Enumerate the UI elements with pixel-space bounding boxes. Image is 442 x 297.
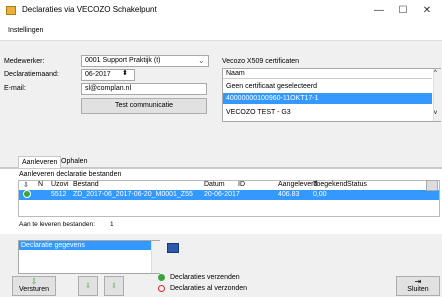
versturen-label: Versturen — [19, 286, 49, 293]
section-title: Aanleveren declaratie bestanden — [19, 171, 122, 178]
declaratiemaand-label: Declaratiemaand: — [4, 71, 59, 78]
window-title: Declaraties via VECOZO Schakelpunt — [22, 5, 157, 14]
chevron-up-icon[interactable]: ^ — [434, 70, 437, 76]
date-spinner-icon[interactable]: ⬍ — [122, 69, 128, 77]
col-header-status[interactable]: Status — [347, 181, 367, 188]
email-input[interactable]: sl@complan.nl — [81, 83, 207, 95]
sluiten-button[interactable]: ⇥ Sluiten — [396, 276, 440, 296]
export-icon[interactable] — [426, 180, 438, 191]
medewerker-value: 0001 Support Praktijk (t) — [85, 57, 161, 64]
check-icon — [158, 274, 165, 281]
tab-ophalen[interactable]: Ophalen — [58, 156, 90, 167]
cell-bestand: ZD_2017-06_2017-06-20_M0001_Z55 — [73, 191, 193, 198]
col-header-datum[interactable]: Datum — [204, 181, 225, 188]
declaratie-scrollbar[interactable] — [151, 241, 160, 273]
maximize-button[interactable]: ☐ — [392, 2, 414, 20]
chevron-down-icon[interactable]: ⌄ — [198, 56, 205, 65]
download-icon[interactable]: ⇩ — [78, 276, 98, 296]
col-header-aangeleverd[interactable]: Aangeleverd — [278, 181, 317, 188]
certificaten-header[interactable]: Naam — [223, 69, 432, 79]
email-label: E-mail: — [4, 85, 26, 92]
count-label: Aan te leveren bestanden: — [19, 221, 95, 228]
cell-aangeleverd: 406.83 — [278, 191, 300, 198]
chevron-down-icon[interactable]: v — [434, 110, 437, 116]
minimize-button[interactable]: — — [368, 2, 390, 20]
test-communicatie-button[interactable]: Test communicatie — [81, 98, 207, 114]
col-header-uzovi[interactable]: Uzovi — [51, 181, 69, 188]
certificaat-item[interactable]: VECOZO TEST - G3 — [223, 107, 432, 118]
download-all-icon[interactable]: ⇩ — [104, 276, 124, 296]
cell-toegekend: 0,00 — [313, 191, 327, 198]
certificaten-label: Vecozo X509 certificaten — [222, 58, 300, 65]
versturen-button[interactable]: ⇩ Versturen — [12, 276, 56, 296]
declaratie-gegevens-label[interactable]: Declaratie gegevens — [19, 241, 151, 250]
legend-verzenden: Declaraties verzenden — [170, 274, 240, 281]
menu-instellingen[interactable]: Instellingen — [8, 27, 43, 34]
menu-bar — [0, 22, 442, 41]
legend-al-verzonden: Declaraties al verzonden — [170, 285, 248, 292]
tab-aanleveren[interactable]: Aanleveren — [18, 156, 62, 168]
cell-datum: 20-06-2017 — [204, 191, 240, 198]
cell-uzovi: 5512 — [51, 191, 67, 198]
close-button[interactable]: ✕ — [416, 2, 438, 20]
folder-icon — [6, 6, 16, 15]
arrow-down-icon: ⇩ — [30, 277, 38, 286]
sluiten-label: Sluiten — [407, 286, 429, 293]
col-header-toegekend[interactable]: Toegekend — [313, 181, 347, 188]
email-value: sl@complan.nl — [85, 85, 132, 92]
col-header-n[interactable]: N — [38, 181, 43, 188]
certificaat-item-selected[interactable]: 40000000100960-11OKT17-1 — [223, 93, 432, 104]
declaratiemaand-value: 06-2017 — [85, 71, 111, 78]
check-icon — [23, 190, 31, 198]
medewerker-select[interactable]: 0001 Support Praktijk (t) — [81, 55, 209, 67]
count-value: 1 — [110, 221, 114, 228]
col-header-bestand[interactable]: Bestand — [73, 181, 99, 188]
certificaat-item[interactable]: Geen certificaat geselecteerd — [223, 81, 432, 92]
no-entry-icon — [158, 285, 165, 292]
col-header-id[interactable]: ID — [238, 181, 245, 188]
monitor-icon[interactable] — [167, 243, 179, 253]
exit-icon: ⇥ — [414, 277, 422, 286]
upload-icon: ⇩ — [23, 182, 29, 189]
medewerker-label: Medewerker: — [4, 58, 45, 65]
